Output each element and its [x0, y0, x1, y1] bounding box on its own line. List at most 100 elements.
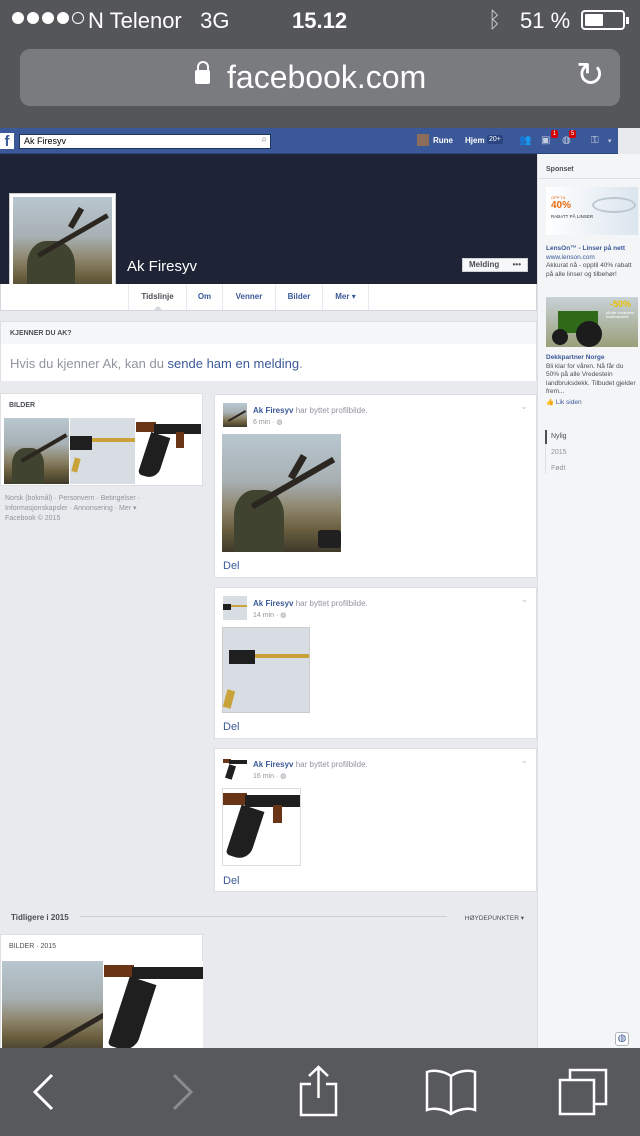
footer-line[interactable]: Norsk (bokmål) · Personvern · Betingelse…	[5, 494, 195, 504]
profile-link[interactable]: Rune	[433, 136, 453, 145]
timeline-post: Ak Firesyv har byttet profilbilde. 16 mi…	[214, 748, 537, 892]
bluetooth-icon: ᛒ	[488, 7, 502, 32]
post-header: Ak Firesyv har byttet profilbilde.	[253, 760, 368, 769]
battery-icon	[581, 10, 629, 30]
avatar[interactable]	[223, 757, 247, 781]
facebook-logo-icon[interactable]: f	[0, 133, 14, 150]
chevron-down-icon[interactable]: ⌄	[520, 594, 528, 605]
know-box: KJENNER DU AK?	[0, 321, 537, 381]
timeline-nav-item[interactable]: Født	[551, 465, 565, 472]
ad-lenson[interactable]: LensOn™ - Linser på nett www.lenson.com …	[546, 245, 638, 279]
avatar[interactable]	[417, 134, 429, 146]
post-time[interactable]: 14 min · ◍	[253, 611, 286, 619]
tab-tidslinje[interactable]: Tidslinje	[128, 284, 186, 310]
post-time[interactable]: 6 min · ◍	[253, 418, 282, 426]
timeline-nav-item[interactable]: Nylig	[551, 433, 567, 440]
home-link[interactable]: Hjem	[465, 136, 485, 145]
footer-links: Norsk (bokmål) · Personvern · Betingelse…	[5, 494, 195, 524]
photos-2015-heading[interactable]: BILDER · 2015	[9, 943, 56, 950]
facebook-top-bar: f Ak Firesyv ⌕ Rune Hjem 20+ 👥 ▣ 1 ◍ 5 ⚿ …	[0, 128, 618, 154]
photos-2015-box: BILDER · 2015	[0, 934, 203, 1055]
post-photo[interactable]	[222, 788, 301, 866]
chevron-down-icon[interactable]: ⌄	[520, 401, 528, 412]
photo-thumbnail[interactable]	[70, 418, 135, 484]
ad-url[interactable]: www.lenson.com	[546, 254, 638, 263]
battery-percent: 51 %	[520, 8, 571, 33]
timeline-post: Ak Firesyv har byttet profilbilde. 6 min…	[214, 394, 537, 578]
globe-icon[interactable]: ◍	[615, 1032, 629, 1046]
account-menu-icon[interactable]: ▾	[608, 137, 612, 145]
post-header: Ak Firesyv har byttet profilbilde.	[253, 599, 368, 608]
carrier-label: N Telenor 3G	[88, 8, 230, 33]
forward-icon[interactable]	[170, 1072, 196, 1112]
lock-icon	[195, 61, 210, 84]
ad-text: Akkurat nå - opptil 40% rabatt på alle l…	[546, 262, 632, 278]
clock: 15.12	[292, 8, 348, 33]
avatar[interactable]	[223, 596, 247, 620]
right-sidebar: Sponset OPP TIL 40% RABATT PÅ LINSER Len…	[537, 154, 640, 1054]
post-author[interactable]: Ak Firesyv	[253, 406, 293, 415]
timeline-nav-item[interactable]: 2015	[551, 449, 567, 456]
message-button[interactable]: Melding •••	[462, 258, 528, 272]
signal-strength-icon	[12, 12, 84, 24]
browser-toolbar	[0, 1048, 640, 1136]
home-badge: 20+	[487, 135, 503, 144]
footer-line[interactable]: Informasjonskapsler · Annonsering · Mer …	[5, 504, 195, 514]
post-header: Ak Firesyv har byttet profilbilde.	[253, 406, 368, 415]
ad-title[interactable]: Dekkpartner Norge	[546, 354, 638, 363]
back-icon[interactable]	[30, 1072, 56, 1112]
earlier-divider: Tidligere i 2015 HØYDEPUNKTER ▾	[0, 905, 537, 927]
photo-thumbnail[interactable]	[2, 961, 103, 1055]
share-link[interactable]: Del	[223, 560, 240, 572]
browser-chrome: facebook.com ↻	[0, 40, 640, 128]
photos-heading[interactable]: BILDER	[9, 402, 35, 409]
ad-text: Bli klar for våren. Nå får du 50% på all…	[546, 362, 636, 396]
photo-thumbnail[interactable]	[136, 418, 201, 484]
sponsored-heading[interactable]: Sponset	[546, 166, 574, 173]
privacy-shortcuts-icon[interactable]: ⚿	[591, 135, 599, 146]
tab-bilder[interactable]: Bilder	[275, 284, 322, 310]
earlier-label: Tidligere i 2015	[11, 913, 69, 922]
messages-icon[interactable]: ▣	[541, 135, 550, 146]
share-icon[interactable]	[298, 1064, 340, 1118]
post-author[interactable]: Ak Firesyv	[253, 760, 293, 769]
post-author[interactable]: Ak Firesyv	[253, 599, 293, 608]
photo-thumbnail[interactable]	[4, 418, 69, 484]
timeline-post: Ak Firesyv har byttet profilbilde. 14 mi…	[214, 587, 537, 739]
ad-title[interactable]: LensOn™ - Linser på nett	[546, 245, 638, 254]
know-text: Hvis du kjenner Ak, kan du sende ham en …	[10, 356, 303, 371]
profile-name[interactable]: Ak Firesyv	[127, 258, 197, 275]
post-time[interactable]: 16 min · ◍	[253, 772, 286, 780]
ad-lenson-image[interactable]: OPP TIL 40% RABATT PÅ LINSER	[546, 187, 638, 235]
notifications-badge: 5	[569, 130, 576, 138]
search-input[interactable]: Ak Firesyv ⌕	[19, 134, 271, 149]
address-bar[interactable]: facebook.com ↻	[20, 49, 620, 106]
tabs-icon[interactable]	[556, 1066, 610, 1118]
like-page-link[interactable]: 👍 Lik siden	[546, 399, 638, 408]
tab-venner[interactable]: Venner	[222, 284, 275, 310]
post-photo[interactable]	[222, 434, 341, 552]
url-text[interactable]: facebook.com	[227, 59, 426, 96]
tab-mer[interactable]: Mer ▾	[322, 284, 369, 310]
ad-tractor-image[interactable]: -50% på alle Vredestein landbruksdekk	[546, 297, 638, 347]
search-icon[interactable]: ⌕	[261, 134, 267, 145]
post-photo[interactable]	[222, 627, 310, 713]
bookmarks-icon[interactable]	[424, 1068, 478, 1116]
share-link[interactable]: Del	[223, 875, 240, 887]
status-bar: N Telenor 3G 15.12 ᛒ 51 %	[0, 0, 640, 40]
reload-icon[interactable]: ↻	[576, 55, 605, 95]
highlights-dropdown[interactable]: HØYDEPUNKTER ▾	[465, 914, 524, 922]
know-heading: KJENNER DU AK?	[10, 330, 72, 337]
friend-requests-icon[interactable]: 👥	[519, 135, 531, 146]
chevron-down-icon[interactable]: ⌄	[520, 755, 528, 766]
photos-box: BILDER	[0, 393, 203, 486]
more-options-icon[interactable]: •••	[513, 259, 521, 271]
avatar[interactable]	[223, 403, 247, 427]
copyright: Facebook © 2015	[5, 515, 61, 522]
photo-thumbnail[interactable]	[104, 961, 203, 1055]
send-message-link[interactable]: sende ham en melding	[168, 356, 300, 371]
share-link[interactable]: Del	[223, 721, 240, 733]
ad-dekkpartner[interactable]: Dekkpartner Norge Bli klar for våren. Nå…	[546, 354, 638, 407]
profile-tabs: Tidslinje Om Venner Bilder Mer ▾	[0, 284, 537, 311]
tab-om[interactable]: Om	[186, 284, 222, 310]
